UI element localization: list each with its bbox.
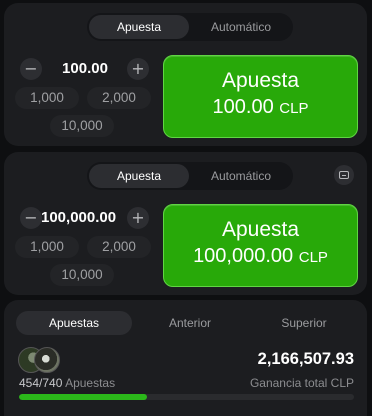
- bet-button-currency: CLP: [279, 100, 309, 117]
- quick-amount-chip[interactable]: 10,000: [50, 115, 114, 137]
- bets-panel: Apuestas Anterior Superior 454/740 Apues…: [4, 300, 367, 416]
- bet-button-label: Apuesta: [221, 69, 300, 92]
- increase-amount-button[interactable]: +: [127, 207, 149, 229]
- quick-amount-chip[interactable]: 1,000: [15, 236, 79, 258]
- quick-amount-chip[interactable]: 1,000: [15, 87, 79, 109]
- bet-mode-tabs: Apuesta Automático: [87, 13, 293, 41]
- bets-count-label: Apuestas: [65, 376, 116, 390]
- bet-button-currency: CLP: [298, 249, 328, 266]
- amount-stepper: − 100,000.00 +: [16, 205, 151, 231]
- bets-count-value: 454/740: [19, 376, 63, 390]
- bet-panel-1: Apuesta Automático − 100.00 + 1,000 2,00…: [4, 3, 367, 146]
- bet-button-amount-line: 100,000.00 CLP: [164, 242, 357, 272]
- bets-progress-bar: [19, 394, 354, 400]
- bet-button-amount: 100,000.00: [193, 245, 294, 267]
- amount-input[interactable]: 100.00: [44, 56, 126, 82]
- place-bet-button[interactable]: Apuesta 100,000.00 CLP: [163, 204, 358, 287]
- bet-mode-tabs: Apuesta Automático: [87, 162, 293, 190]
- tab-apuestas[interactable]: Apuestas: [16, 311, 132, 335]
- amount-stepper: − 100.00 +: [16, 56, 151, 82]
- bet-button-label: Apuesta: [221, 218, 300, 241]
- player-avatars: [18, 347, 62, 373]
- tab-automatico[interactable]: Automático: [191, 164, 291, 188]
- bets-tabs: Apuestas Anterior Superior: [12, 309, 359, 337]
- minimize-icon[interactable]: [334, 165, 354, 185]
- bet-button-amount: 100.00: [212, 96, 274, 118]
- avatar: [34, 347, 60, 373]
- decrease-amount-button[interactable]: −: [20, 207, 42, 229]
- tab-apuesta[interactable]: Apuesta: [89, 164, 189, 188]
- bet-panel-2: Apuesta Automático − 100,000.00 + 1,000 …: [4, 152, 367, 295]
- increase-amount-button[interactable]: +: [127, 58, 149, 80]
- tab-apuesta[interactable]: Apuesta: [89, 15, 189, 39]
- tab-automatico[interactable]: Automático: [191, 15, 291, 39]
- total-win-label: Ganancia total CLP: [249, 376, 354, 390]
- bets-count: 454/740 Apuestas: [19, 376, 115, 390]
- bet-button-amount-line: 100.00 CLP: [164, 93, 357, 123]
- decrease-amount-button[interactable]: −: [20, 58, 42, 80]
- total-win-value: 2,166,507.93: [257, 350, 354, 368]
- tab-superior[interactable]: Superior: [246, 311, 362, 335]
- quick-amount-chip[interactable]: 2,000: [87, 87, 151, 109]
- amount-input[interactable]: 100,000.00: [41, 205, 127, 231]
- bets-progress-fill: [19, 394, 147, 400]
- quick-amount-chip[interactable]: 2,000: [87, 236, 151, 258]
- place-bet-button[interactable]: Apuesta 100.00 CLP: [163, 55, 358, 138]
- tab-anterior[interactable]: Anterior: [132, 311, 248, 335]
- quick-amount-chip[interactable]: 10,000: [50, 264, 114, 286]
